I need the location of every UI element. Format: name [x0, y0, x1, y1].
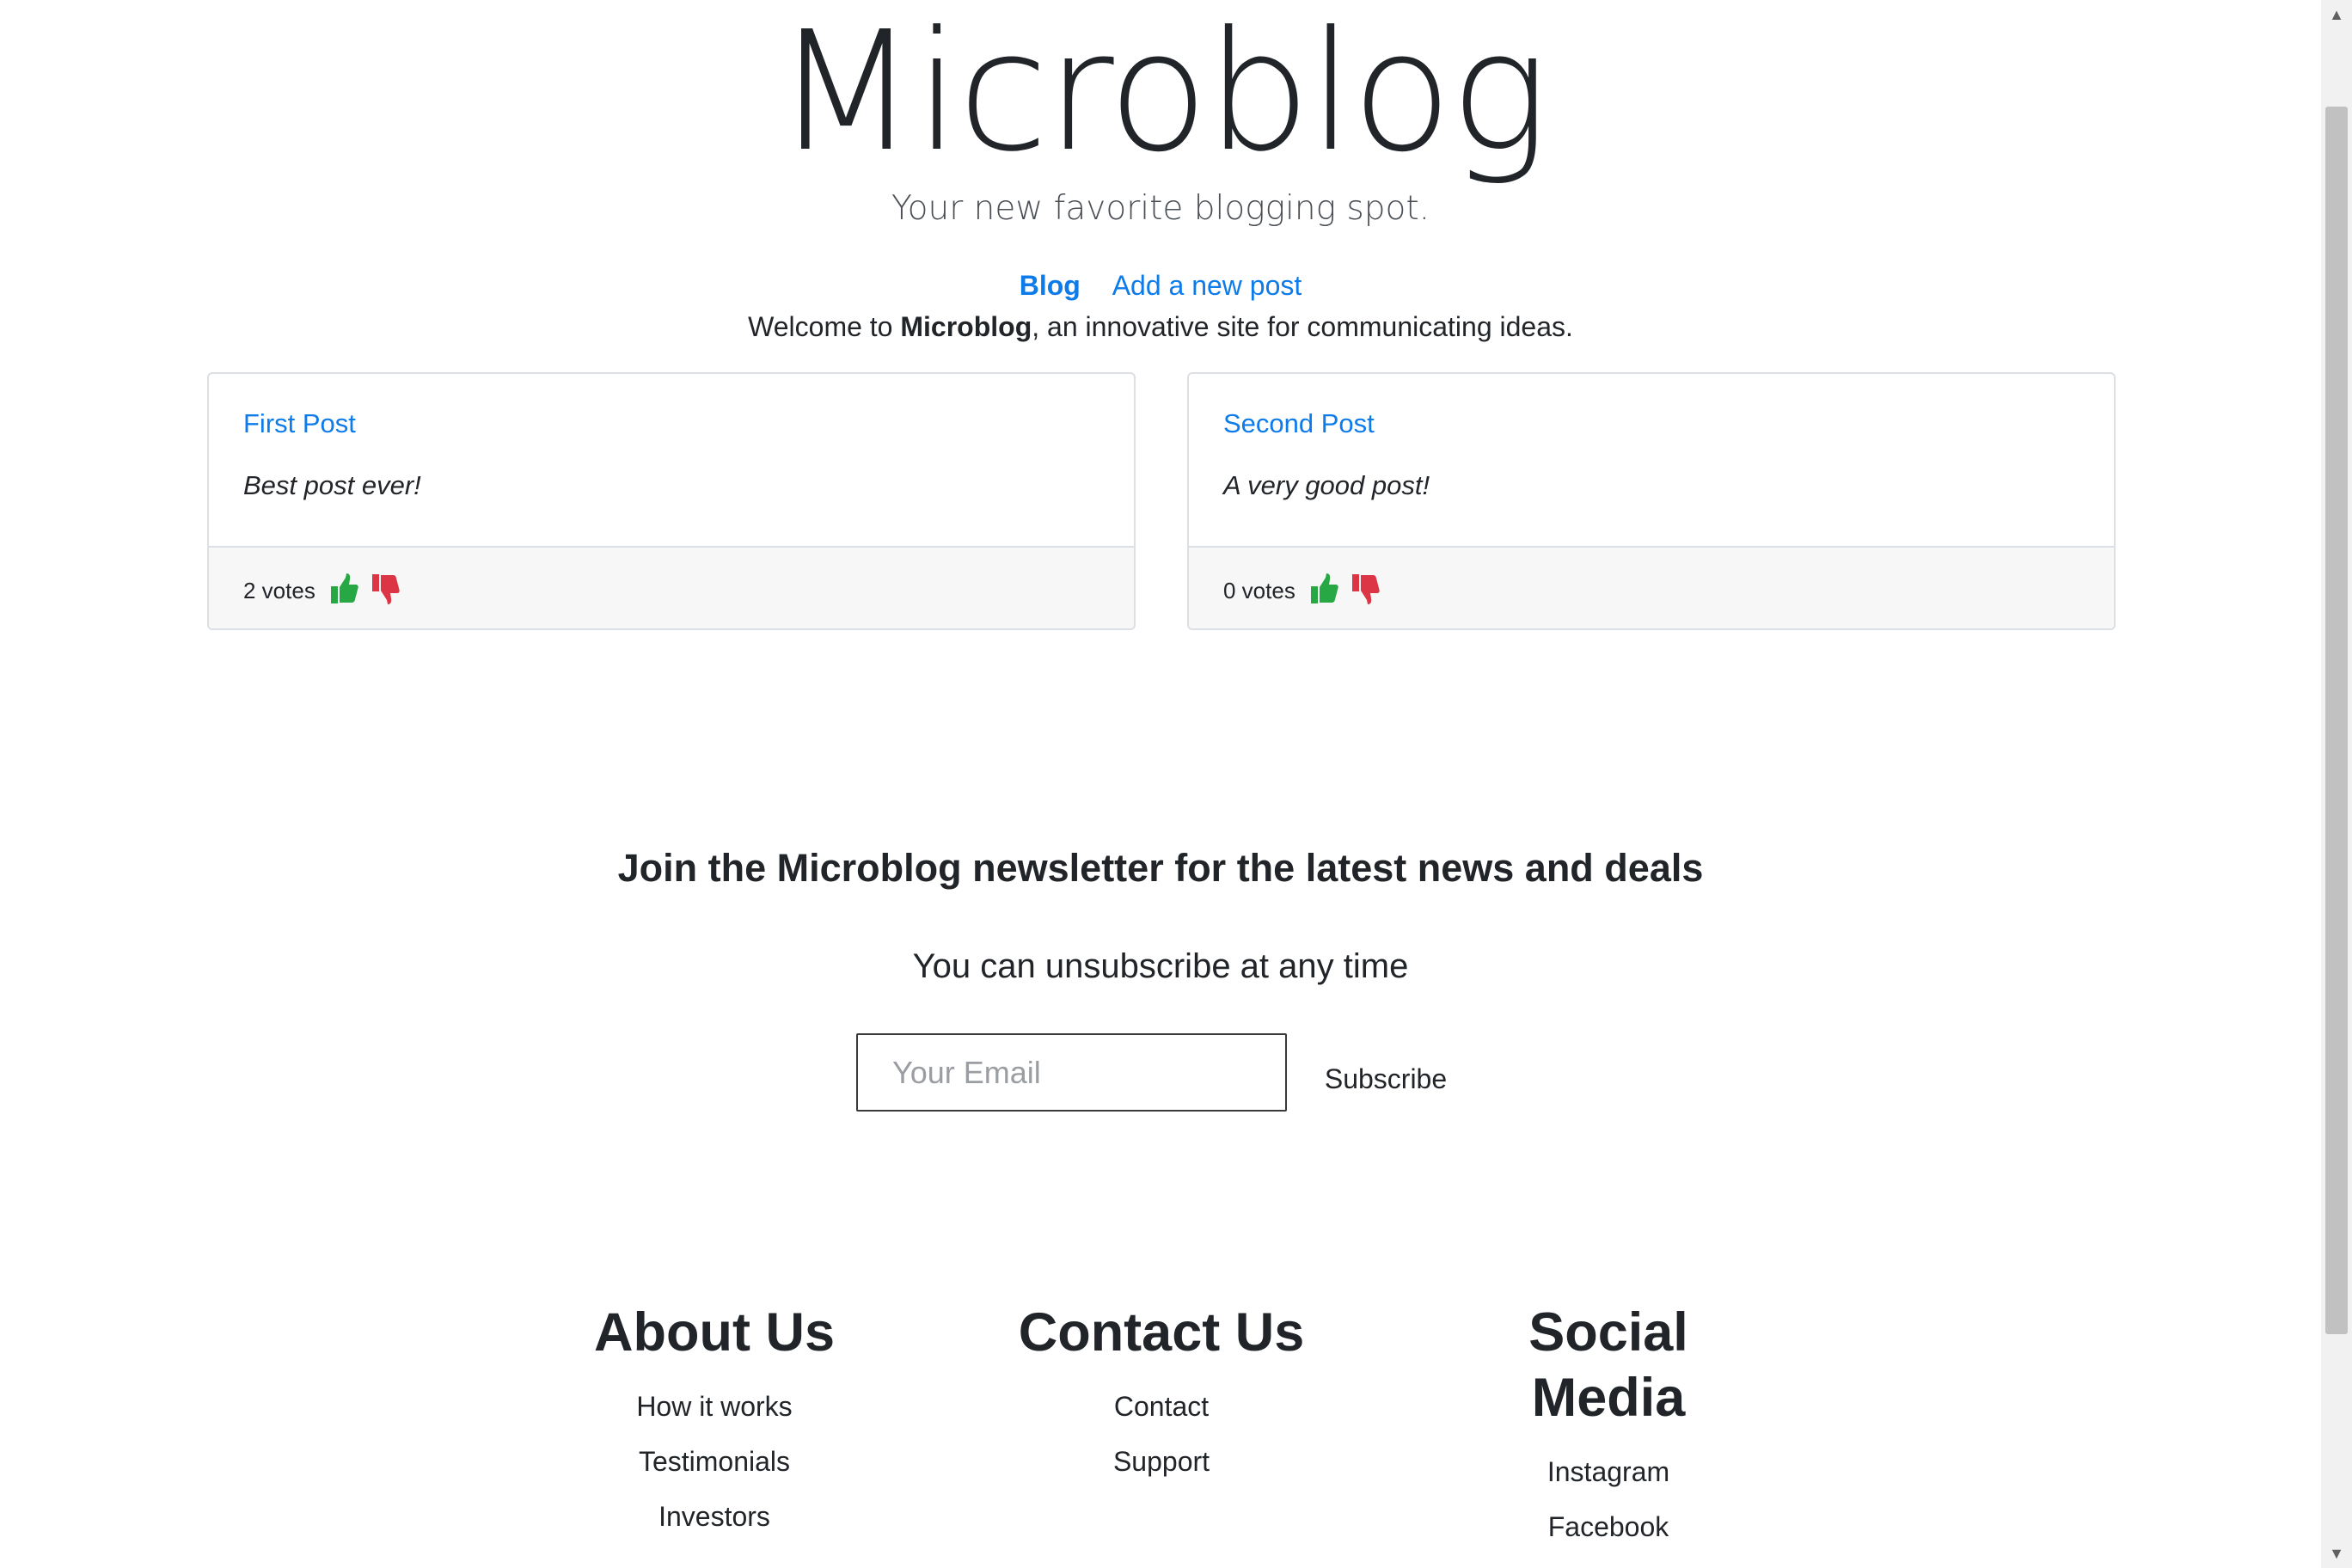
- nav-link-blog[interactable]: Blog: [1020, 270, 1081, 301]
- vote-count: 2 votes: [243, 577, 315, 603]
- vote-count: 0 votes: [1223, 577, 1295, 603]
- scroll-up-arrow-icon[interactable]: ▲: [2321, 0, 2352, 29]
- post-title-link[interactable]: Second Post: [1223, 408, 2079, 439]
- site-tagline: Your new favorite blogging spot.: [891, 189, 1430, 228]
- footer-social: Social Media Instagram Facebook: [1428, 1300, 1789, 1554]
- thumbs-up-icon[interactable]: [1308, 570, 1342, 608]
- post-card-body: First Post Best post ever!: [209, 374, 1134, 546]
- vertical-scrollbar[interactable]: ▲ ▼: [2321, 0, 2352, 1568]
- footer-about: About Us How it works Testimonials Inves…: [534, 1300, 895, 1544]
- thumbs-up-icon[interactable]: [328, 570, 362, 608]
- post-card-body: Second Post A very good post!: [1189, 374, 2114, 546]
- footer-heading-social: Social Media: [1528, 1302, 1688, 1428]
- newsletter-title: Join the Microblog newsletter for the la…: [617, 846, 1704, 890]
- welcome-suffix: , an innovative site for communicating i…: [1032, 311, 1573, 342]
- footer-heading-about: About Us: [594, 1302, 835, 1363]
- footer-link-support[interactable]: Support: [981, 1434, 1342, 1489]
- footer-link-contact[interactable]: Contact: [981, 1379, 1342, 1434]
- post-card-footer: 2 votes: [209, 546, 1134, 628]
- post-card: Second Post A very good post! 0 votes: [1187, 372, 2116, 630]
- post-text: A very good post!: [1223, 470, 1430, 500]
- site-title: Microblog: [775, 0, 1549, 188]
- scrollbar-thumb[interactable]: [2325, 107, 2348, 1334]
- welcome-site-name: Microblog: [900, 311, 1032, 342]
- welcome-text: Welcome to Microblog, an innovative site…: [0, 303, 2321, 351]
- footer-link-instagram[interactable]: Instagram: [1428, 1444, 1789, 1499]
- footer-link-testimonials[interactable]: Testimonials: [534, 1434, 895, 1489]
- page: Microblog Your new favorite blogging spo…: [0, 0, 2352, 1568]
- scroll-down-arrow-icon[interactable]: ▼: [2321, 1539, 2352, 1568]
- footer-link-how-it-works[interactable]: How it works: [534, 1379, 895, 1434]
- thumbs-down-icon[interactable]: [369, 570, 403, 608]
- footer-heading-contact: Contact Us: [1018, 1302, 1305, 1363]
- post-card-footer: 0 votes: [1189, 546, 2114, 628]
- thumbs-down-icon[interactable]: [1349, 570, 1383, 608]
- footer-link-investors[interactable]: Investors: [534, 1489, 895, 1544]
- newsletter-subtitle: You can unsubscribe at any time: [912, 947, 1409, 985]
- email-input[interactable]: [856, 1033, 1287, 1112]
- post-title-link[interactable]: First Post: [243, 408, 1099, 439]
- subscribe-button[interactable]: Subscribe: [1308, 1053, 1463, 1105]
- nav-link-add-post[interactable]: Add a new post: [1112, 270, 1302, 301]
- footer-link-facebook[interactable]: Facebook: [1428, 1499, 1789, 1554]
- post-card: First Post Best post ever! 2 votes: [207, 372, 1136, 630]
- welcome-prefix: Welcome to: [748, 311, 901, 342]
- post-text: Best post ever!: [243, 470, 421, 500]
- footer-contact: Contact Us Contact Support: [981, 1300, 1342, 1489]
